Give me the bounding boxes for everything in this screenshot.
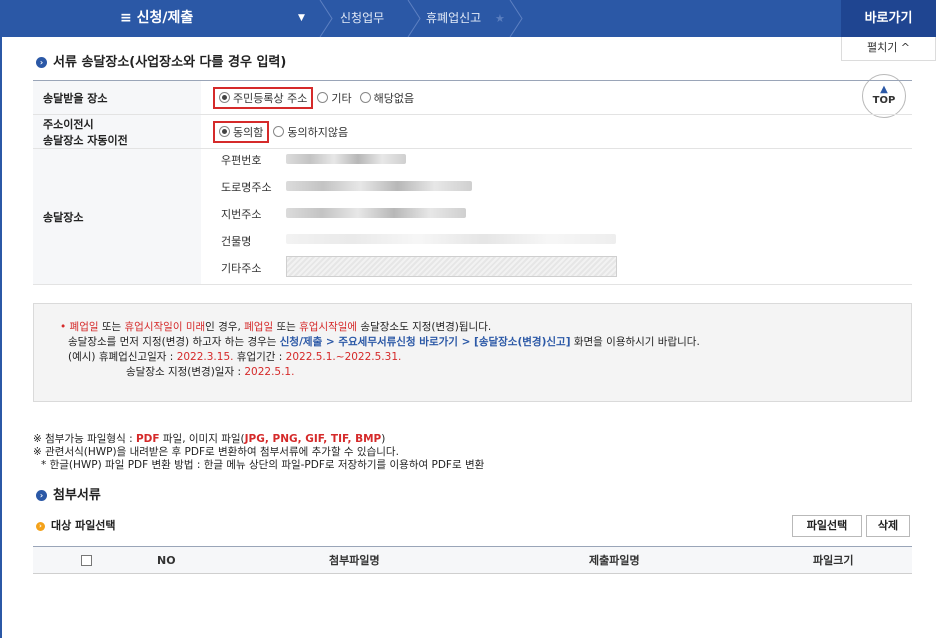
expand-button[interactable]: 펼치기 ^	[841, 37, 936, 61]
move-option-disagree[interactable]: 동의하지않음	[287, 126, 348, 139]
notice-line2: 송달장소를 먼저 지정(변경) 하고자 하는 경우는 신청/제출 > 주요세무서…	[60, 335, 887, 350]
section-title: › 첨부서류	[36, 484, 101, 503]
delivery-form: 송달받을 장소 주민등록상 주소 기타 해당없음 주소이전시 송달장소 자동이전…	[33, 80, 912, 285]
place-options: 주민등록상 주소 기타 해당없음	[201, 81, 912, 114]
radio-icon[interactable]	[273, 125, 285, 137]
notice-line1: • 폐업일 또는 휴업시작일이 미래인 경우, 폐업일 또는 휴업시작일에 송달…	[60, 320, 887, 335]
col-attach-name: 첨부파일명	[329, 554, 380, 567]
breadcrumb-separator-icon	[319, 0, 333, 37]
note-text: )	[381, 433, 386, 445]
col-no: NO	[157, 554, 176, 567]
notice-text: 송달장소를 먼저 지정(변경) 하고자 하는 경우는	[68, 336, 280, 348]
place-option-resident-highlight[interactable]: 주민등록상 주소	[213, 86, 314, 109]
notice-text: 2022.5.1.	[244, 366, 295, 378]
notice-line3: (예시) 휴폐업신고일자 : 2022.3.15. 휴업기간 : 2022.5.…	[60, 350, 887, 365]
zip-label: 우편번호	[221, 154, 262, 167]
note-text: JPG, PNG, GIF, TIF, BMP	[244, 433, 382, 445]
form-row-move: 주소이전시 송달장소 자동이전 동의함 동의하지않음	[33, 115, 912, 149]
notice-text: 폐업일	[69, 321, 99, 333]
notice-text: (예시) 휴폐업신고일자 :	[68, 351, 177, 363]
notice-text: 송달장소도 지정(변경)됩니다.	[357, 321, 492, 333]
section-title-text: 서류 송달장소(사업장소와 다를 경우 입력)	[53, 55, 287, 70]
notice-text: 폐업일	[244, 321, 274, 333]
notice-text: 화면을 이용하시기 바랍니다.	[570, 336, 700, 348]
arrow-right-icon: ›	[36, 57, 47, 68]
breadcrumb-item[interactable]: 휴폐업신고	[426, 0, 481, 37]
note-text: PDF	[135, 433, 160, 445]
place-label: 송달받을 장소	[33, 81, 201, 114]
form-row-place: 송달받을 장소 주민등록상 주소 기타 해당없음	[33, 81, 912, 115]
notice-text: 휴업기간 :	[233, 351, 286, 363]
road-address-label: 도로명주소	[221, 181, 272, 194]
notice-text: 또는	[273, 321, 300, 333]
radio-icon[interactable]	[359, 91, 371, 103]
address-label: 송달장소	[33, 149, 201, 284]
lot-address-label: 지번주소	[221, 208, 262, 221]
move-option-agree[interactable]: 동의함	[233, 124, 263, 140]
building-value-redacted	[286, 234, 616, 244]
subsection-title-text: 대상 파일선택	[51, 519, 116, 532]
goto-button[interactable]: 바로가기	[841, 0, 936, 37]
radio-icon[interactable]	[317, 91, 329, 103]
subsection-title: › 대상 파일선택	[36, 517, 116, 533]
top-nav-bar: ≡ 신청/제출 ▼ 신청업무 휴폐업신고 ★ 바로가기	[0, 0, 936, 37]
notice-text: 휴업시작일에	[299, 321, 358, 333]
road-address-redacted	[286, 181, 472, 191]
building-label: 건물명	[221, 235, 252, 248]
select-all-checkbox[interactable]	[81, 555, 92, 566]
file-select-button[interactable]: 파일선택	[792, 515, 862, 537]
place-option-other[interactable]: 기타	[331, 92, 351, 105]
col-submit-name: 제출파일명	[589, 554, 640, 567]
notice-link[interactable]: 신청/제출 > 주요세무서류신청 바로가기 > [송달장소(변경)신고]	[280, 336, 571, 348]
notice-text: 2022.3.15.	[176, 351, 234, 363]
breadcrumb-item[interactable]: 신청업무	[340, 0, 384, 37]
delete-button[interactable]: 삭제	[866, 515, 910, 537]
notice-box: • 폐업일 또는 휴업시작일이 미래인 경우, 폐업일 또는 휴업시작일에 송달…	[33, 303, 912, 402]
note-line2: ※ 관련서식(HWP)을 내려받은 후 PDF로 변환하여 첨부서류에 추가할 …	[33, 446, 399, 458]
lot-address-redacted	[286, 208, 466, 218]
move-option-agree-highlight[interactable]: 동의함	[213, 120, 270, 143]
zip-value-redacted	[286, 154, 406, 164]
move-label: 주소이전시 송달장소 자동이전	[33, 115, 201, 148]
notice-text: 휴업시작일이 미래	[124, 321, 206, 333]
radio-icon[interactable]	[219, 126, 230, 137]
breadcrumb-separator-icon	[509, 0, 523, 37]
notice-text: 인 경우,	[205, 321, 245, 333]
note-line1: ※ 첨부가능 파일형식 : PDF 파일, 이미지 파일(JPG, PNG, G…	[33, 433, 484, 446]
menu-toggle[interactable]: ≡ 신청/제출	[120, 0, 193, 37]
arrow-right-icon: ›	[36, 490, 47, 501]
move-option-disagree-wrap[interactable]: 동의하지않음	[273, 124, 348, 140]
arrow-right-icon: ›	[36, 522, 45, 531]
chevron-down-icon[interactable]: ▼	[298, 0, 305, 37]
notice-text: 2022.5.1.~2022.5.31.	[285, 351, 402, 363]
breadcrumb-separator-icon	[407, 0, 421, 37]
note-text: 파일, 이미지 파일(	[159, 433, 245, 445]
etc-address-label: 기타주소	[221, 262, 262, 275]
file-table-header: NO 첨부파일명 제출파일명 파일크기	[33, 546, 912, 574]
note-text: ※ 첨부가능 파일형식 :	[33, 433, 136, 445]
col-file-size: 파일크기	[813, 554, 854, 567]
notice-text: 송달장소 지정(변경)일자 :	[126, 366, 245, 378]
notice-text: 또는	[98, 321, 125, 333]
page-edge	[0, 37, 2, 638]
etc-address-input[interactable]	[286, 256, 617, 277]
move-label-line1: 주소이전시	[43, 117, 94, 131]
section-title: › 서류 송달장소(사업장소와 다를 경우 입력)	[36, 51, 286, 70]
place-option-none[interactable]: 해당없음	[374, 92, 414, 105]
attachment-notes: ※ 첨부가능 파일형식 : PDF 파일, 이미지 파일(JPG, PNG, G…	[33, 433, 484, 472]
notice-bullet: •	[60, 321, 70, 333]
place-option-other-wrap[interactable]: 기타	[317, 90, 352, 106]
place-option-resident[interactable]: 주민등록상 주소	[233, 90, 307, 106]
notice-line4: 송달장소 지정(변경)일자 : 2022.5.1.	[60, 365, 887, 380]
place-option-none-wrap[interactable]: 해당없음	[359, 90, 414, 106]
move-label-line2: 송달장소 자동이전	[43, 133, 128, 147]
move-options: 동의함 동의하지않음	[201, 115, 912, 148]
section-title-text: 첨부서류	[53, 488, 101, 503]
note-line3: * 한글(HWP) 파일 PDF 변환 방법 : 한글 메뉴 상단의 파일-PD…	[41, 459, 485, 471]
radio-icon[interactable]	[219, 92, 230, 103]
star-icon[interactable]: ★	[495, 0, 505, 37]
